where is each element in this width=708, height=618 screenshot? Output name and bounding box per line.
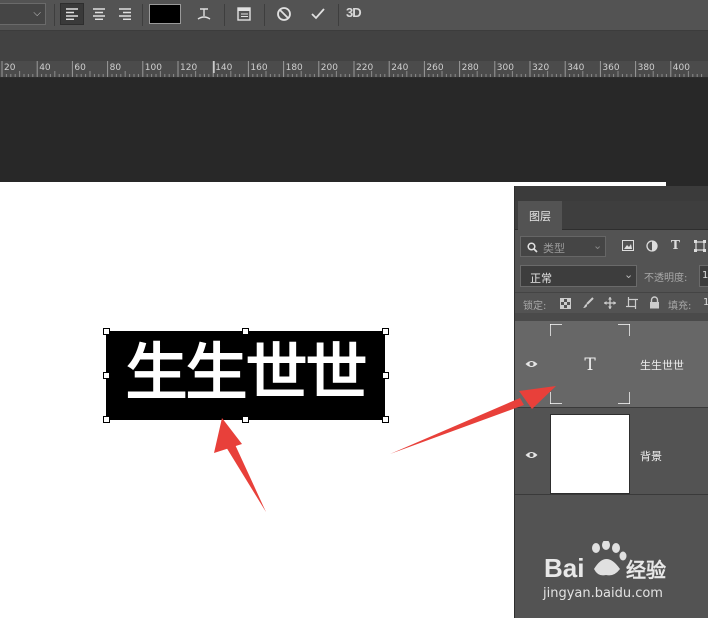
character-panel-icon (237, 7, 251, 21)
ruler-label: 80 (109, 63, 122, 73)
layer-row-text[interactable]: T 生生世世 (515, 321, 708, 408)
align-left-button[interactable] (60, 3, 84, 25)
blend-mode-value: 正常 (530, 272, 552, 285)
separator (224, 4, 225, 26)
watermark-logo-text: Bai (544, 553, 584, 581)
ruler-label: 380 (637, 63, 655, 73)
tab-layers[interactable]: 图层 (518, 201, 562, 230)
adjustment-filter-icon[interactable] (646, 240, 658, 252)
fill-value[interactable]: 1 (703, 297, 708, 308)
transform-handle[interactable] (382, 372, 389, 379)
transform-handle[interactable] (103, 372, 110, 379)
lock-brush-icon[interactable] (582, 297, 594, 309)
lock-transparent-icon[interactable] (560, 298, 571, 309)
separator (338, 4, 339, 26)
warp-text-button[interactable] (192, 3, 216, 25)
ruler-label: 340 (567, 63, 585, 73)
ruler-label: 20 (4, 63, 16, 73)
transform-handle[interactable] (382, 416, 389, 423)
transform-handle[interactable] (382, 328, 389, 335)
ruler-label: 300 (496, 63, 514, 73)
transform-handle[interactable] (242, 416, 249, 423)
align-right-icon (119, 8, 131, 20)
opacity-input[interactable]: 1 (699, 265, 708, 287)
blend-mode-select[interactable]: 正常 ⌄ (520, 265, 637, 287)
filter-placeholder: 类型 (543, 242, 565, 255)
character-panel-button[interactable] (232, 3, 256, 25)
shape-filter-icon[interactable] (694, 240, 706, 252)
commit-edits-button[interactable] (306, 3, 330, 25)
divider (515, 292, 708, 293)
fill-label: 填充: (668, 301, 692, 312)
layer-thumbnail-text[interactable]: T (550, 324, 630, 404)
separator (142, 4, 143, 26)
ruler-label: 120 (180, 63, 198, 73)
ruler-label: 240 (391, 63, 409, 73)
pasteboard (0, 78, 708, 182)
eye-visibility-icon[interactable] (525, 359, 538, 369)
lock-label: 锁定: (523, 301, 547, 312)
align-right-button[interactable] (113, 3, 137, 25)
ruler-label: 160 (250, 63, 268, 73)
transform-handle[interactable] (242, 328, 249, 335)
type-filter-icon[interactable]: T (671, 238, 680, 252)
font-style-dropdown[interactable]: ⌵ (0, 3, 46, 25)
ruler-label: 320 (532, 63, 550, 73)
text-color-swatch[interactable] (149, 4, 181, 24)
eye-visibility-icon[interactable] (525, 450, 538, 460)
layer-name-background[interactable]: 背景 (640, 448, 662, 464)
ruler-label: 180 (285, 63, 303, 73)
type-layer-icon: T (584, 355, 596, 375)
layer-thumbnail-background[interactable] (550, 414, 630, 494)
3d-button[interactable]: 3D (346, 5, 362, 20)
chevron-down-icon: ⌵ (33, 8, 41, 19)
ruler-label: 100 (144, 63, 162, 73)
ruler-label: 400 (672, 63, 690, 73)
separator (264, 4, 265, 26)
transform-handle[interactable] (103, 328, 110, 335)
chevron-down-icon: ⌄ (624, 268, 634, 281)
transform-handle[interactable] (103, 416, 110, 423)
watermark-url: jingyan.baidu.com (543, 586, 663, 601)
ruler-label: 280 (461, 63, 479, 73)
lock-all-icon[interactable] (649, 296, 660, 309)
horizontal-ruler: 20 40 60 80 100 120 140 160 180 200 220 240 260 280 30… (0, 61, 708, 78)
document-tab-strip (0, 31, 708, 62)
watermark-logo-cn: 经验 (626, 558, 666, 581)
ruler-label: 140 (215, 63, 233, 73)
cancel-icon (277, 7, 291, 21)
ruler-label: 260 (426, 63, 444, 73)
align-left-icon (66, 8, 78, 20)
options-bar: ⌵ 3D (0, 0, 708, 31)
ruler-label: 360 (602, 63, 620, 73)
cancel-edits-button[interactable] (272, 3, 296, 25)
lock-move-icon[interactable] (604, 297, 616, 309)
ruler-label: 60 (74, 63, 86, 73)
ruler-label: 200 (320, 63, 338, 73)
baidu-paw-icon: Bai 经验 (544, 540, 666, 583)
separator (54, 4, 55, 26)
text-layer-box[interactable]: 生生世世 (106, 331, 385, 420)
text-layer-content[interactable]: 生生世世 (106, 333, 385, 413)
chevron-down-icon: ⌄ (593, 239, 603, 252)
align-center-button[interactable] (87, 3, 111, 25)
divider (515, 313, 708, 321)
layer-row-background[interactable]: 背景 (515, 408, 708, 495)
baidu-watermark-logo: Bai 经验 (544, 540, 669, 585)
image-filter-icon[interactable] (622, 240, 634, 251)
lock-artboard-icon[interactable] (626, 297, 638, 309)
align-center-icon (93, 8, 105, 20)
commit-check-icon (311, 8, 325, 20)
warp-text-icon (197, 8, 211, 20)
ruler-label: 220 (356, 63, 374, 73)
ruler-label: 40 (39, 63, 51, 73)
layer-filter-select[interactable]: 类型 ⌄ (520, 236, 606, 257)
search-icon (527, 242, 538, 253)
layer-name-text[interactable]: 生生世世 (640, 357, 684, 373)
opacity-label: 不透明度: (644, 273, 688, 284)
panel-tab-row: 图层 (515, 201, 708, 230)
panel-header (515, 186, 708, 201)
